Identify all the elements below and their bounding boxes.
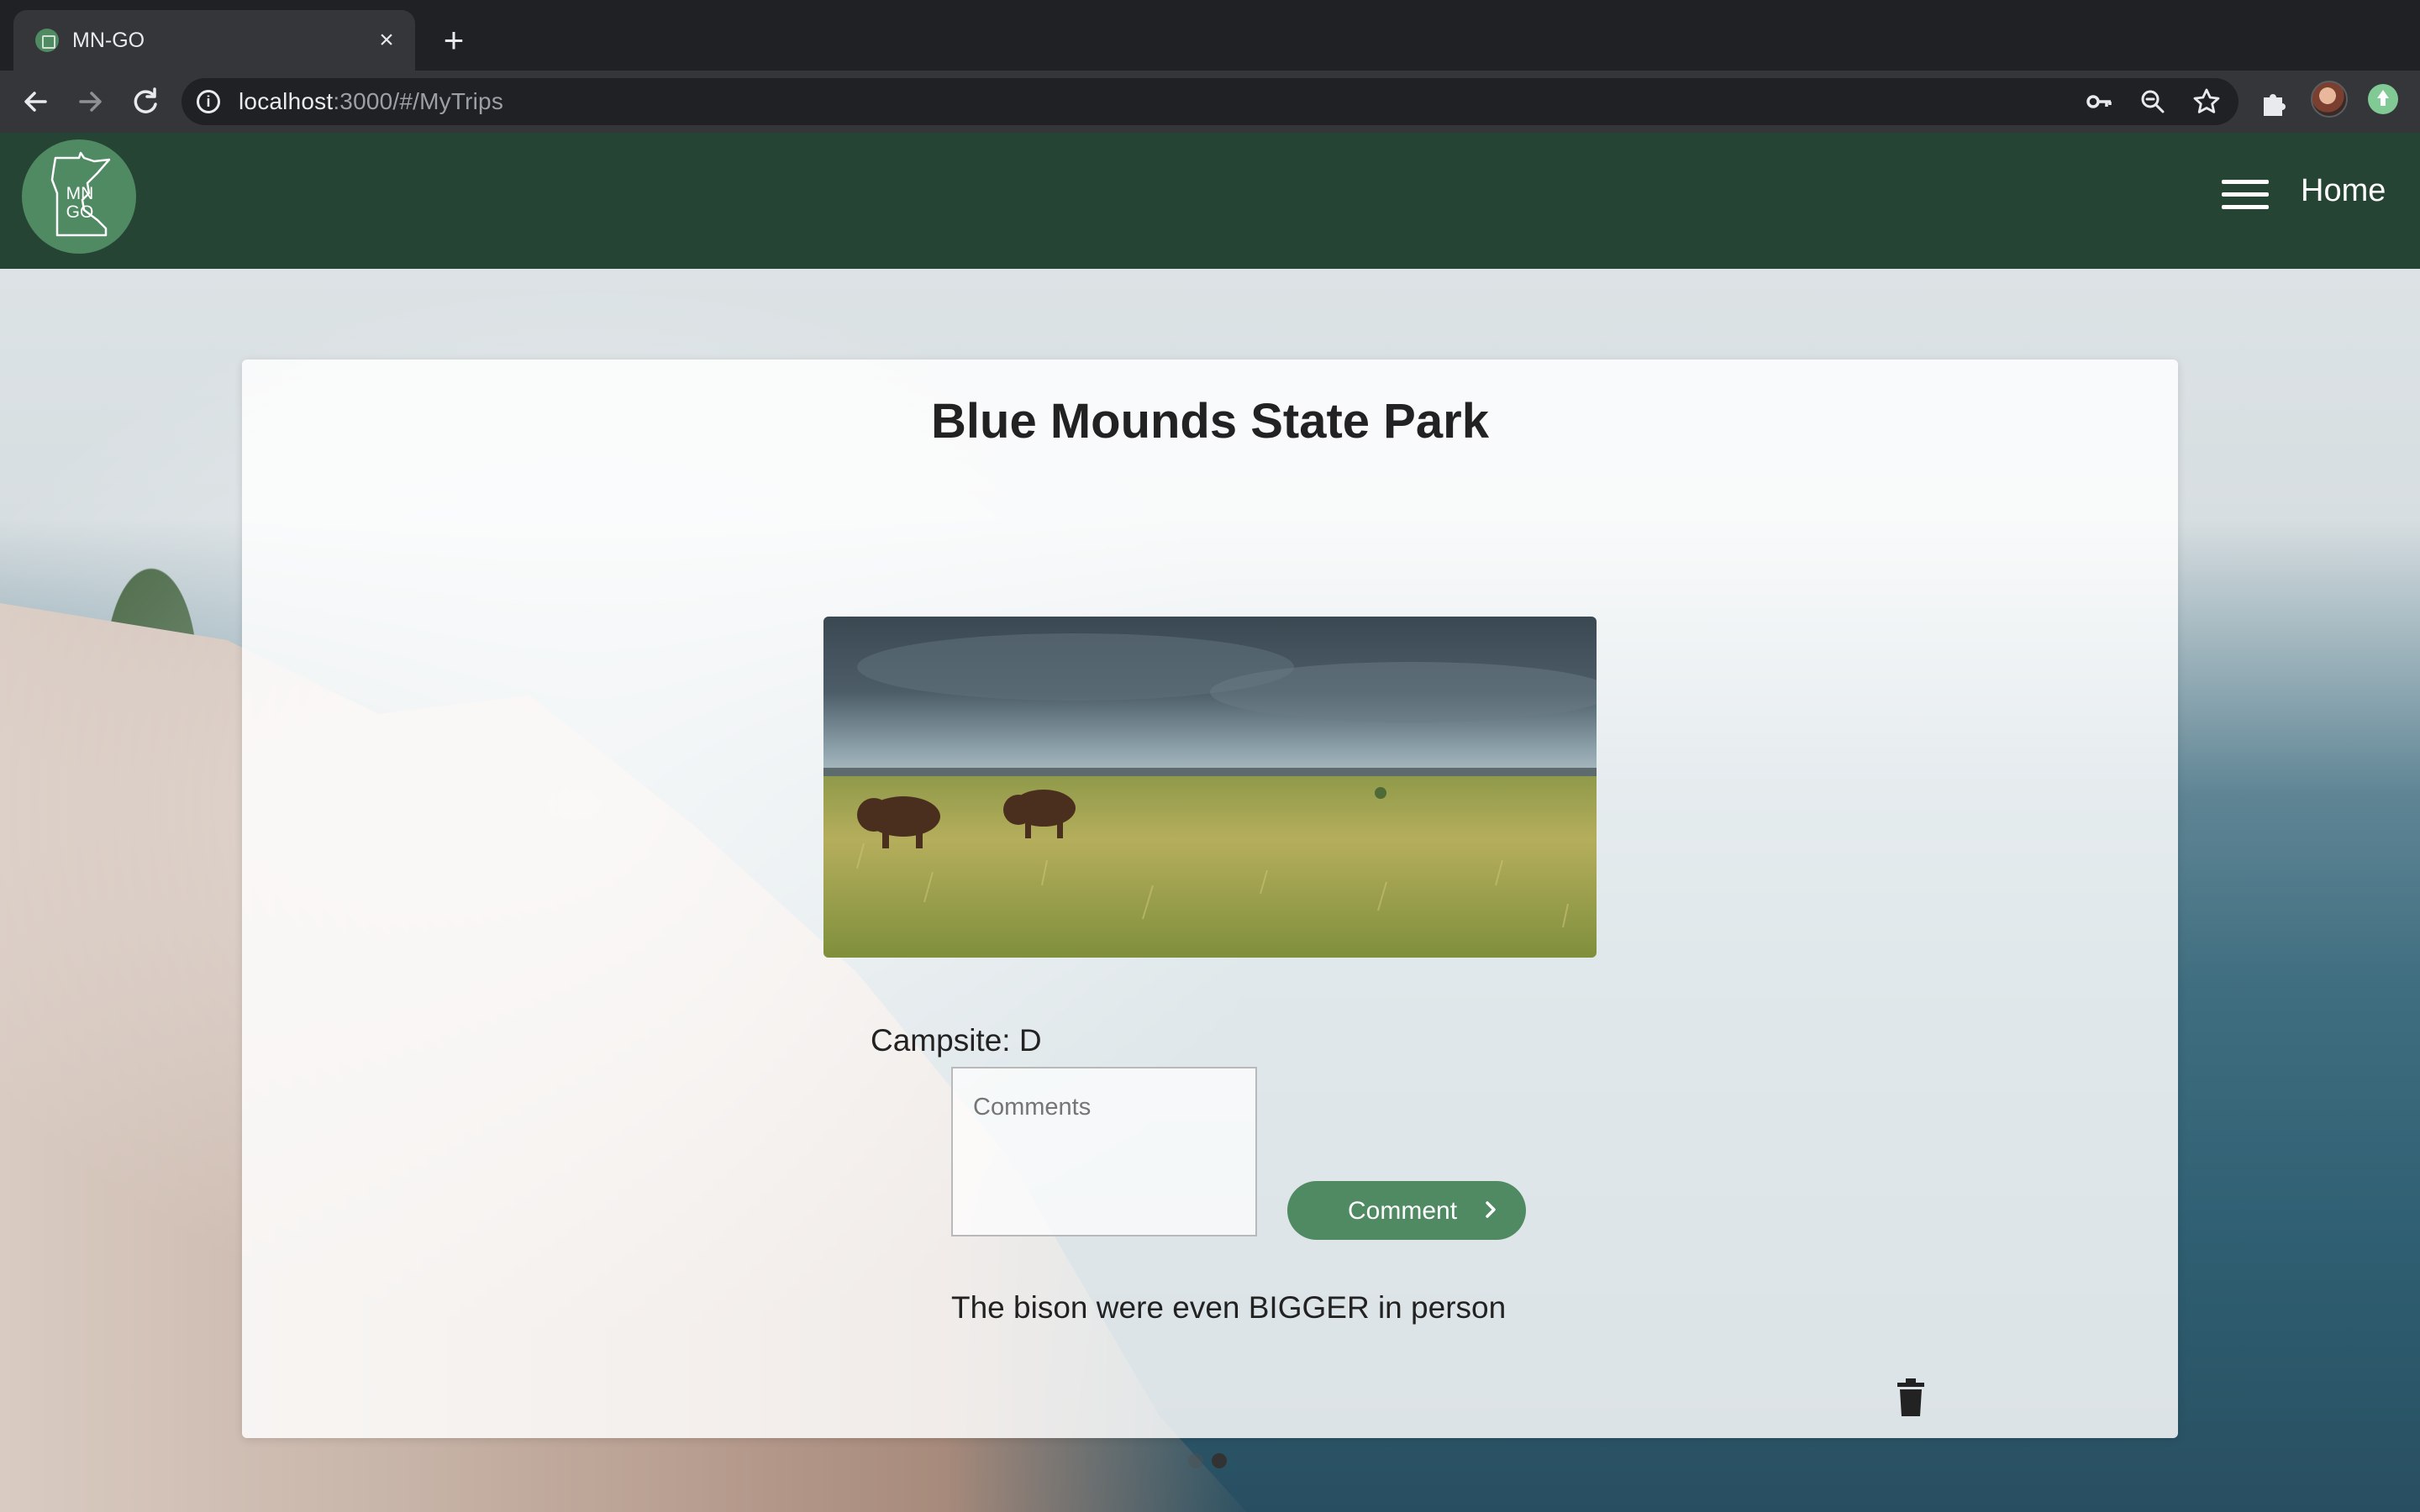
campsite-label: Campsite: D [871, 1023, 1042, 1058]
carousel-dot-2[interactable] [1212, 1453, 1227, 1468]
new-tab-button[interactable]: + [434, 22, 474, 62]
comment-button-label: Comment [1348, 1197, 1458, 1225]
carousel-indicators [1188, 1452, 1239, 1470]
favicon-icon [35, 29, 59, 52]
tab-title: MN-GO [72, 29, 145, 52]
update-available-icon[interactable] [2368, 84, 2398, 114]
saved-comment: The bison were even BIGGER in person [951, 1290, 1507, 1325]
arrow-left-icon [24, 92, 47, 112]
extensions-puzzle-icon[interactable] [2257, 86, 2291, 119]
url-text[interactable]: localhost:3000/#/MyTrips [239, 88, 503, 115]
url-host: localhost [239, 88, 334, 114]
reload-icon [134, 87, 157, 113]
site-info-icon[interactable]: i [197, 90, 220, 113]
back-button[interactable] [15, 81, 57, 123]
forward-button[interactable] [69, 81, 111, 123]
profile-avatar[interactable] [2311, 81, 2348, 118]
browser-toolbar: i localhost:3000/#/MyTrips [0, 71, 2420, 133]
hamburger-menu-icon[interactable] [2222, 176, 2269, 213]
comments-input[interactable] [951, 1067, 1257, 1236]
comment-button[interactable]: Comment [1287, 1181, 1526, 1240]
logo-text: MN GO [66, 184, 94, 222]
close-tab-button[interactable]: × [370, 24, 403, 57]
park-title: Blue Mounds State Park [931, 394, 1489, 449]
page-viewport: MN GO Home Blue Mounds State Park Campsi… [0, 133, 2420, 1512]
url-path: :3000/#/MyTrips [333, 88, 504, 114]
park-photo-image [823, 617, 1597, 958]
app-header: MN GO Home [0, 133, 2420, 269]
trash-icon[interactable] [1894, 1378, 1928, 1418]
carousel-dot-1[interactable] [1188, 1453, 1203, 1468]
bookmark-star-icon[interactable] [2191, 87, 2222, 117]
nav-home-link[interactable]: Home [2301, 173, 2386, 209]
reload-button[interactable] [124, 81, 166, 123]
arrow-right-icon [79, 92, 102, 112]
trip-card: Blue Mounds State Park Campsite: D Comme… [242, 360, 2178, 1438]
address-bar[interactable]: i localhost:3000/#/MyTrips [182, 78, 2238, 125]
mn-go-logo[interactable]: MN GO [22, 139, 136, 254]
key-icon[interactable] [2084, 87, 2114, 117]
chevron-right-icon [1486, 1201, 1496, 1218]
browser-tab[interactable]: MN-GO × [13, 10, 415, 71]
browser-tabstrip: MN-GO × + [0, 0, 2420, 71]
zoom-out-icon[interactable] [2138, 87, 2168, 117]
park-photo [823, 617, 1597, 958]
